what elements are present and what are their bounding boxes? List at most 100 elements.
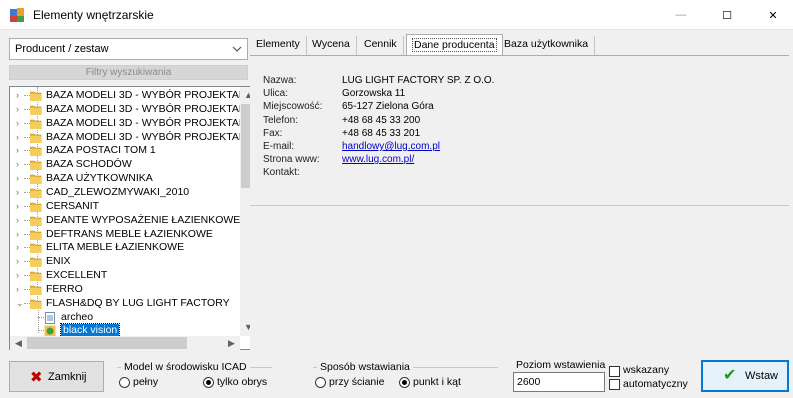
insert-mode-group: Sposób wstawiania przy ścianie punkt i k… <box>313 361 498 393</box>
tree-horizontal-scrollbar[interactable]: ◀ ▶ <box>10 336 240 350</box>
checkmark-icon: ✔ <box>723 367 737 384</box>
info-key: E-mail: <box>263 141 295 152</box>
tree-item-label: EXCELLENT <box>46 269 108 282</box>
radio-model-full[interactable]: pełny <box>119 376 158 388</box>
info-value: +48 68 45 33 201 <box>342 127 421 139</box>
info-link[interactable]: handlowy@lug.com.pl <box>342 141 440 153</box>
checkbox-shown-label: wskazany <box>623 364 670 376</box>
catalog-tree[interactable]: › BAZA MODELI 3D - WYBÓR PROJEKTANT › BAZA … <box>9 86 257 350</box>
folder-icon <box>29 173 42 185</box>
tree-item-label: BAZA UŻYTKOWNIKA <box>46 172 153 185</box>
tab-producer-data[interactable]: Dane producenta <box>406 34 503 56</box>
window-title: Elementy wnętrzarskie <box>33 8 154 22</box>
chevron-right-icon[interactable]: › <box>16 214 24 227</box>
insert-button[interactable]: ✔ Wstaw <box>701 360 789 392</box>
tree-item-label: black vision <box>59 323 121 336</box>
tree-item-label: BAZA MODELI 3D - WYBÓR PROJEKTANT <box>46 130 240 143</box>
folder-icon <box>29 132 42 143</box>
tree-item-label: FERRO <box>46 282 83 295</box>
title-bar: Elementy wnętrzarskie — ☐ ✕ <box>0 0 793 30</box>
folder-icon <box>29 104 42 116</box>
tree-item-label: DEANTE WYPOSAŻENIE ŁAZIENKOWE <box>46 213 240 226</box>
folder-icon <box>29 90 42 102</box>
info-key: Nazwa: <box>263 75 297 86</box>
tab-user-base[interactable]: Baza użytkownika <box>498 36 596 55</box>
chevron-right-icon[interactable]: › <box>16 131 24 144</box>
chevron-right-icon[interactable]: › <box>16 89 24 102</box>
tab-label: Dane producenta <box>412 38 497 52</box>
folder-icon <box>29 187 42 199</box>
scroll-right-icon[interactable]: ▶ <box>223 336 240 350</box>
tree-connector-line <box>38 308 39 333</box>
scroll-left-icon[interactable]: ◀ <box>10 336 27 350</box>
model-group-title: Model w środowisku ICAD <box>121 361 250 373</box>
grouping-select[interactable]: Producent / zestaw <box>9 38 248 60</box>
info-value: LUG LIGHT FACTORY SP. Z O.O. <box>342 75 495 86</box>
chevron-down-icon[interactable]: ⌄ <box>16 297 24 310</box>
checkbox-auto-label: automatyczny <box>623 378 688 390</box>
info-key: Ulica: <box>263 88 289 100</box>
radio-circle <box>315 376 326 388</box>
folder-icon <box>29 229 42 240</box>
radio-insert-point-angle[interactable]: punkt i kąt <box>399 376 461 388</box>
tree-item-label: BAZA MODELI 3D - WYBÓR PROJEKTANT <box>46 116 240 129</box>
chevron-right-icon[interactable]: › <box>16 144 24 157</box>
checkbox-auto[interactable] <box>609 379 620 390</box>
chevron-right-icon[interactable]: › <box>16 283 24 296</box>
tree-item-label: BAZA SCHODÓW <box>46 158 132 171</box>
level-input[interactable]: 2600 <box>513 372 605 392</box>
level-label: Poziom wstawienia <box>516 359 606 371</box>
scroll-thumb[interactable] <box>27 337 187 349</box>
product-set-icon <box>44 325 56 336</box>
model-group: Model w środowisku ICAD pełny tylko obry… <box>117 361 272 393</box>
minimize-button[interactable]: — <box>658 0 704 30</box>
maximize-button[interactable]: ☐ <box>704 0 750 30</box>
folder-icon <box>29 256 42 268</box>
radio-insert-wall[interactable]: przy ścianie <box>315 376 384 388</box>
close-button[interactable]: ✖ Zamknij <box>9 361 104 392</box>
radio-label: pełny <box>133 376 159 388</box>
tab-price-list[interactable]: Cennik <box>358 36 404 55</box>
chevron-right-icon[interactable]: › <box>16 228 24 241</box>
folder-icon <box>29 145 42 157</box>
radio-label: tylko obrys <box>217 376 268 388</box>
tree-item-label: CAD_ZLEWOZMYWAKI_2010 <box>46 185 190 198</box>
chevron-down-icon <box>232 46 242 52</box>
radio-circle <box>399 376 410 388</box>
chevron-right-icon[interactable]: › <box>16 172 24 185</box>
folder-icon <box>29 201 42 213</box>
tab-bar: Elementy Wycena Cennik Dane producenta B… <box>250 34 789 56</box>
tree-content: › BAZA MODELI 3D - WYBÓR PROJEKTANT › BAZA … <box>10 87 240 336</box>
tree-item-label: ENIX <box>46 255 71 268</box>
chevron-right-icon[interactable]: › <box>16 269 24 282</box>
radio-label: punkt i kąt <box>413 376 461 388</box>
tree-item-label: BAZA MODELI 3D - WYBÓR PROJEKTANT <box>46 89 240 101</box>
tree-item-label: BAZA POSTACI TOM 1 <box>46 144 156 157</box>
producer-info: Nazwa: LUG LIGHT FACTORY SP. Z O.O. Ulica:… <box>250 56 789 206</box>
search-filters-button[interactable]: Filtry wyszukiwania <box>9 65 248 80</box>
folder-icon <box>29 242 42 254</box>
document-icon <box>44 311 56 324</box>
radio-circle <box>203 376 214 388</box>
chevron-right-icon[interactable]: › <box>16 255 24 268</box>
tree-item-label: DEFTRANS MEBLE ŁAZIENKOWE <box>46 227 213 240</box>
info-key: Strona www: <box>263 154 320 166</box>
info-link[interactable]: www.lug.com.pl/ <box>342 154 414 166</box>
producer-panel: Nazwa: LUG LIGHT FACTORY SP. Z O.O. Ulica:… <box>250 55 789 350</box>
chevron-right-icon[interactable]: › <box>16 117 24 130</box>
right-panel: Elementy Wycena Cennik Dane producenta B… <box>250 34 789 350</box>
tab-pricing[interactable]: Wycena <box>306 36 357 55</box>
chevron-right-icon[interactable]: › <box>16 186 24 199</box>
folder-icon <box>29 159 42 171</box>
radio-model-outline[interactable]: tylko obrys <box>203 376 267 388</box>
checkbox-shown[interactable] <box>609 366 620 377</box>
chevron-right-icon[interactable]: › <box>16 241 24 254</box>
chevron-right-icon[interactable]: › <box>16 103 24 116</box>
tree-item-label: FLASH&DQ BY LUG LIGHT FACTORY <box>46 296 230 309</box>
chevron-right-icon[interactable]: › <box>16 158 24 171</box>
insert-mode-group-title: Sposób wstawiania <box>317 361 413 373</box>
tab-elements[interactable]: Elementy <box>250 36 307 55</box>
close-window-button[interactable]: ✕ <box>750 0 793 30</box>
bottom-bar: ✖ Zamknij Model w środowisku ICAD pełny … <box>0 352 793 398</box>
chevron-right-icon[interactable]: › <box>16 200 24 213</box>
